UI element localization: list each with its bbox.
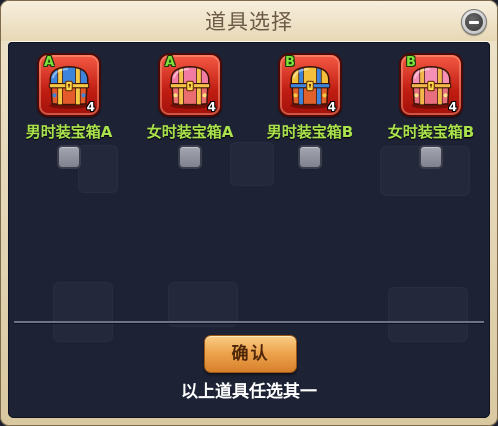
item-icon-tile[interactable]: B 4 (399, 53, 463, 117)
item-select-dialog: 道具选择 A 4 男时装宝箱A A 4 女时装宝箱A B 4 男时装宝箱B B … (0, 0, 498, 426)
item-checkbox[interactable] (178, 145, 202, 169)
divider (14, 321, 484, 323)
item-slot: B 4 男时装宝箱B (250, 53, 370, 173)
item-name: 男时装宝箱B (266, 123, 354, 141)
background-ghost-tile (53, 282, 113, 342)
dialog-title: 道具选择 (205, 10, 293, 34)
item-name: 女时装宝箱B (387, 123, 475, 141)
item-checkbox[interactable] (57, 145, 81, 169)
background-ghost-tile (388, 287, 468, 342)
dialog-body: A 4 男时装宝箱A A 4 女时装宝箱A B 4 男时装宝箱B B 4 女时装… (8, 42, 490, 418)
item-count: 4 (327, 100, 336, 114)
item-name: 男时装宝箱A (25, 123, 113, 141)
selection-hint: 以上道具任选其一 (181, 382, 317, 402)
item-checkbox[interactable] (419, 145, 443, 169)
grade-badge: A (165, 55, 176, 70)
item-slot: B 4 女时装宝箱B (371, 53, 490, 173)
grade-badge: B (406, 55, 416, 70)
grade-badge: B (285, 55, 295, 70)
item-count: 4 (207, 100, 216, 114)
item-slot: A 4 女时装宝箱A (130, 53, 250, 173)
minus-icon (465, 13, 483, 31)
item-count: 4 (448, 100, 457, 114)
item-checkbox[interactable] (298, 145, 322, 169)
title-bar: 道具选择 (1, 1, 497, 41)
confirm-button[interactable]: 确认 (204, 335, 297, 373)
item-icon-tile[interactable]: A 4 (158, 53, 222, 117)
grade-badge: A (44, 55, 55, 70)
item-slot: A 4 男时装宝箱A (9, 53, 129, 173)
item-name: 女时装宝箱A (146, 123, 234, 141)
item-count: 4 (86, 100, 95, 114)
item-icon-tile[interactable]: A 4 (37, 53, 101, 117)
item-icon-tile[interactable]: B 4 (278, 53, 342, 117)
close-button[interactable] (461, 9, 487, 35)
